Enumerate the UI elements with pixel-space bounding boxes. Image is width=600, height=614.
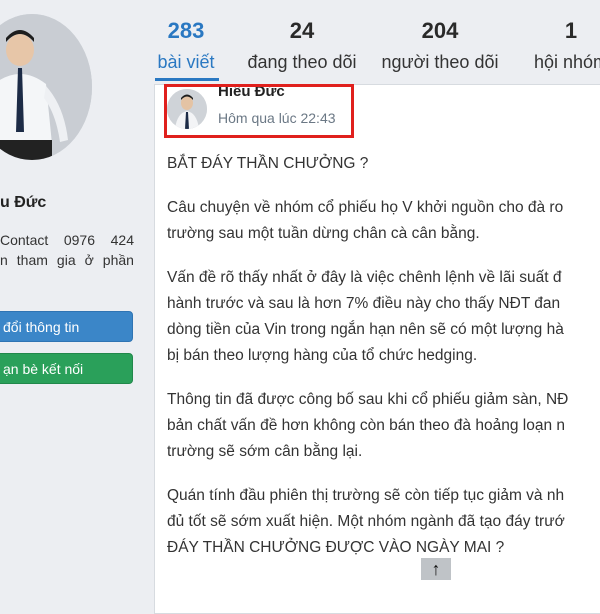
profile-name: u Đức [0,194,47,211]
profile-bio-line: n tham gia ở phần [0,252,134,268]
post-text-line: trường sẽ sớm cân bằng lại. [167,443,363,460]
post-text-line: hành trước và sau là hơn 7% điều này cho… [167,295,561,312]
post-text-line: BẮT ĐÁY THẦN CHƯỞNG ? [167,155,369,172]
tab-following[interactable]: 24 đang theo dõi [242,0,362,73]
post-card: Hiếu Đức Hôm qua lúc 22:43 BẮT ĐÁY THẦN … [154,83,600,614]
stat-value: 204 [421,18,459,43]
stat-label: hội nhóm [533,52,600,72]
post-title: BẮT ĐÁY THẦN CHƯỞNG ? [167,151,600,177]
bio-word: tham [16,252,48,268]
bio-word: 424 [110,232,134,248]
post-text-line: đủ tốt sẽ sớm xuất hiện. Một nhóm ngành … [167,513,565,530]
bio-word: n [0,252,8,268]
post-text-line: trường sau một tuần dừng chân cà cân bằn… [167,225,480,242]
post-paragraph: Vấn đề rõ thấy nhất ở đây là việc chênh … [167,265,600,369]
bio-word: ở [84,252,94,268]
profile-sidebar: u Đức Contact 0976 424 n tham gia ở phần… [0,0,146,600]
post-text-line: bản chất vấn đề hơn không còn bán theo đ… [167,417,565,434]
stat-value: 283 [167,18,205,43]
post-header: Hiếu Đức Hôm qua lúc 22:43 [155,83,600,138]
bio-word: gia [56,252,76,268]
stat-label: người theo dõi [381,52,499,72]
highlight-annotation [164,84,354,138]
post-text-line: Vấn đề rõ thấy nhất ở đây là việc chênh … [167,269,562,286]
stat-label: đang theo dõi [247,52,357,72]
stat-label: bài viết [157,52,215,72]
bio-word: Contact [0,232,49,248]
post-text-line: Câu chuyện về nhóm cổ phiếu họ V khởi ng… [167,199,564,216]
stat-value: 1 [564,18,578,43]
bio-word: 0976 [63,232,96,248]
friends-connect-button[interactable]: ạn bè kết nối [0,353,133,384]
post-text-line: Thông tin đã được công bố sau khi cổ phi… [167,391,569,408]
tab-posts[interactable]: 283 bài viết [151,0,221,73]
post-text-line: Quán tính đầu phiên thị trường sẽ còn ti… [167,487,565,504]
profile-bio-line: Contact 0976 424 [0,232,134,248]
post-text-line: bị bán theo lượng hàng của tổ chức hedgi… [167,347,478,364]
arrow-up-icon[interactable]: ↑ [421,558,451,580]
edit-profile-button[interactable]: đổi thông tin [0,311,133,342]
post-paragraph: Quán tính đầu phiên thị trường sẽ còn ti… [167,483,600,561]
post-paragraph: Câu chuyện về nhóm cổ phiếu họ V khởi ng… [167,195,600,247]
profile-photo [0,14,92,160]
tab-followers[interactable]: 204 người theo dõi [376,0,504,73]
post-text-line: dòng tiền của Vin trong ngắn hạn nên sẽ … [167,321,564,338]
active-tab-indicator [155,78,219,81]
bio-word: phần [102,252,134,268]
profile-stats-bar: 283 bài viết 24 đang theo dõi 204 người … [146,0,600,84]
tab-groups[interactable]: 1 hội nhóm [521,0,600,73]
post-text-line: ĐÁY THẦN CHƯỞNG ĐƯỢC VÀO NGÀY MAI ? [167,539,505,556]
stat-value: 24 [289,18,315,43]
post-body: BẮT ĐÁY THẦN CHƯỞNG ? Câu chuyện về nhóm… [167,151,600,579]
profile-avatar[interactable] [0,14,92,160]
post-paragraph: Thông tin đã được công bố sau khi cổ phi… [167,387,600,465]
